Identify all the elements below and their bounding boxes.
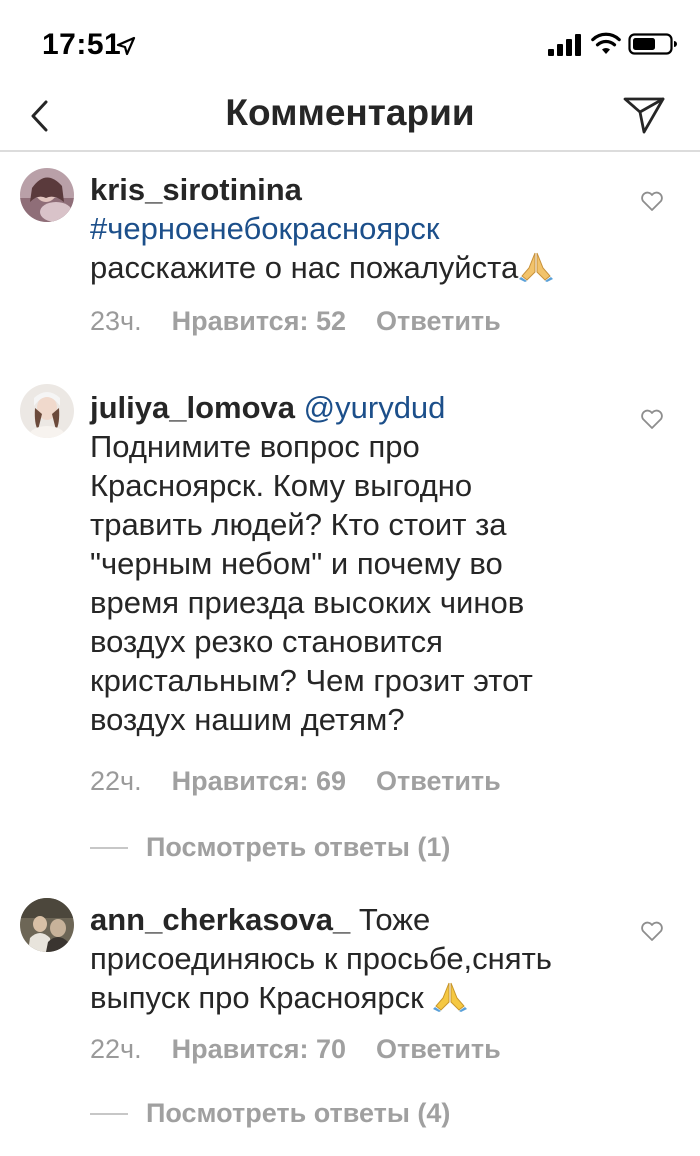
reply-button[interactable]: Ответить <box>376 1034 501 1064</box>
reply-button[interactable]: Ответить <box>376 766 501 796</box>
battery-icon <box>628 33 677 55</box>
avatar[interactable] <box>20 384 74 438</box>
comment-time: 22ч. <box>90 1034 142 1064</box>
avatar-image <box>20 168 74 222</box>
wifi-icon <box>591 32 621 54</box>
paper-plane-icon[interactable] <box>622 94 666 136</box>
comment-meta: 22ч. Нравится: 69 Ответить <box>90 766 531 797</box>
comment-likes[interactable]: Нравится: 70 <box>172 1034 346 1064</box>
status-bar: 17:51 <box>0 0 700 88</box>
avatar[interactable] <box>20 898 74 952</box>
comment-line: воздух резко становится <box>90 624 443 659</box>
comment-text: juliya_lomova @yurydud Поднимите вопрос … <box>90 388 630 739</box>
location-arrow-icon <box>116 36 136 56</box>
heart-icon[interactable] <box>640 190 664 212</box>
comment-likes[interactable]: Нравится: 52 <box>172 306 346 336</box>
comment-line: воздух нашим детям? <box>90 702 405 737</box>
comment-line: время приезда высоких чинов <box>90 585 525 620</box>
comment-line: "черным небом" и почему во <box>90 546 503 581</box>
comment-time: 22ч. <box>90 766 142 796</box>
comment-line: травить людей? Кто стоит за <box>90 507 507 542</box>
comment-username[interactable]: kris_sirotinina <box>90 170 630 209</box>
avatar-image <box>20 384 74 438</box>
comment-username[interactable]: ann_cherkasova_ <box>90 902 350 937</box>
folded-hands-emoji <box>433 982 468 1012</box>
divider <box>90 846 128 849</box>
comment-hashtag[interactable]: #черноенебокрасноярск <box>90 209 630 248</box>
comment-meta: 22ч. Нравится: 70 Ответить <box>90 1034 531 1065</box>
view-replies-button[interactable]: Посмотреть ответы (1) <box>90 832 450 872</box>
comment-line: Поднимите вопрос про <box>90 429 420 464</box>
comment-likes[interactable]: Нравится: 69 <box>172 766 346 796</box>
comment-text: ann_cherkasova_ Тоже присоединяюсь к про… <box>90 900 630 1017</box>
view-replies-button[interactable]: Посмотреть ответы (4) <box>90 1098 450 1138</box>
avatar[interactable] <box>20 168 74 222</box>
cellular-signal-icon <box>548 34 581 56</box>
reply-button[interactable]: Ответить <box>376 306 501 336</box>
heart-icon[interactable] <box>640 408 664 430</box>
comment-time: 23ч. <box>90 306 142 336</box>
navigation-bar: Комментарии <box>0 88 700 152</box>
view-replies-label: Посмотреть ответы (1) <box>146 832 451 862</box>
comment-line: выпуск про Красноярск <box>90 980 424 1015</box>
comment-mention[interactable]: @yurydud <box>304 390 446 425</box>
comment-line: присоединяюсь к просьбе,снять <box>90 941 552 976</box>
heart-icon[interactable] <box>640 920 664 942</box>
comment-meta: 23ч. Нравится: 52 Ответить <box>90 306 531 337</box>
comment-line: Красноярск. Кому выгодно <box>90 468 473 503</box>
folded-hands-emoji <box>519 252 554 282</box>
divider <box>90 1112 128 1115</box>
comment-line: кристальным? Чем грозит этот <box>90 663 533 698</box>
comment-message: Тоже <box>358 902 431 937</box>
status-time: 17:51 <box>42 28 122 61</box>
page-title: Комментарии <box>225 92 475 133</box>
comment-username[interactable]: juliya_lomova <box>90 390 295 425</box>
comment-message: расскажите о нас пожалуйста <box>90 250 519 285</box>
view-replies-label: Посмотреть ответы (4) <box>146 1098 451 1128</box>
comment-text: kris_sirotinina #черноенебокрасноярск ра… <box>90 170 630 287</box>
avatar-image <box>20 898 74 952</box>
